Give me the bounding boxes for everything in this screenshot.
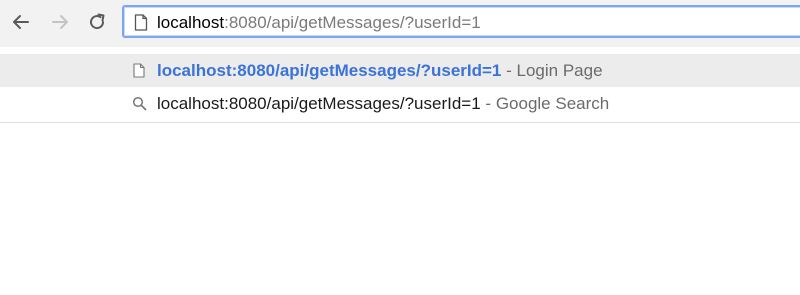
suggestion-item-google-search[interactable]: localhost:8080/api/getMessages/?userId=1… xyxy=(0,87,800,120)
page-icon xyxy=(134,14,148,36)
page-content xyxy=(0,123,800,295)
suggestion-description: Google Search xyxy=(495,94,610,113)
suggestion-item-login-page[interactable]: localhost:8080/api/getMessages/?userId=1… xyxy=(0,54,800,87)
suggestion-text: localhost:8080/api/getMessages/?userId=1… xyxy=(157,94,609,114)
suggestion-url: localhost:8080/api/getMessages/?userId=1 xyxy=(157,94,481,113)
address-bar[interactable]: localhost:8080/api/getMessages/?userId=1 xyxy=(122,5,800,38)
browser-toolbar: localhost:8080/api/getMessages/?userId=1 xyxy=(0,0,800,47)
url-host: localhost xyxy=(157,13,225,32)
address-bar-text[interactable]: localhost:8080/api/getMessages/?userId=1 xyxy=(157,12,481,33)
suggestion-separator: - xyxy=(501,61,517,80)
reload-button[interactable] xyxy=(85,10,109,34)
suggestion-text: localhost:8080/api/getMessages/?userId=1… xyxy=(157,61,603,81)
page-icon xyxy=(131,62,147,78)
url-path: :8080/api/getMessages/?userId=1 xyxy=(224,13,481,32)
suggestion-description: Login Page xyxy=(516,61,603,80)
arrow-left-icon xyxy=(13,15,29,29)
back-button[interactable] xyxy=(9,10,33,34)
autocomplete-dropdown: localhost:8080/api/getMessages/?userId=1… xyxy=(0,54,800,123)
suggestion-url: localhost:8080/api/getMessages/?userId=1 xyxy=(157,61,502,80)
suggestion-separator: - xyxy=(480,94,496,113)
reload-icon xyxy=(90,13,105,30)
search-icon xyxy=(131,95,147,111)
arrow-right-icon xyxy=(52,15,68,29)
forward-button[interactable] xyxy=(48,10,72,34)
